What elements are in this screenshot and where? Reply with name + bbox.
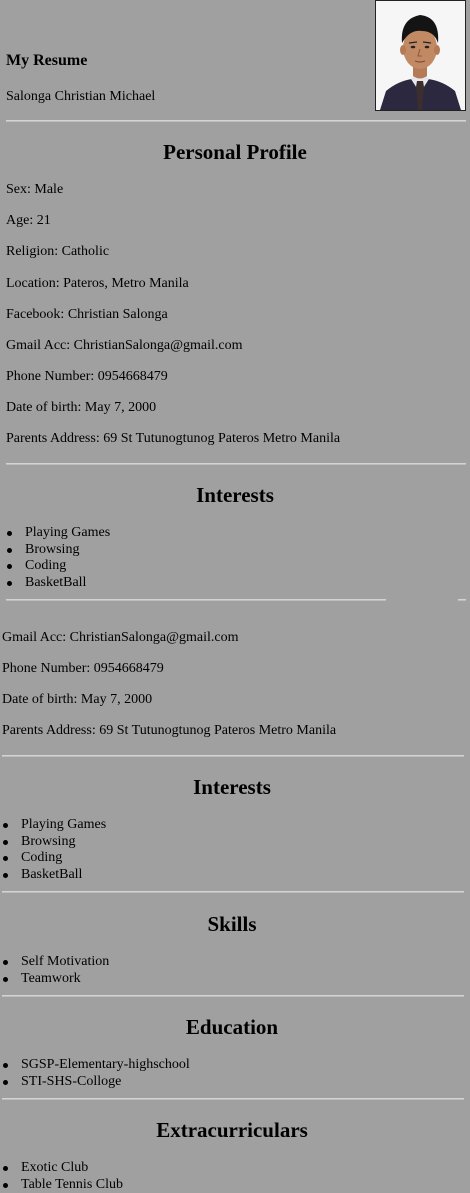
list-item: Coding xyxy=(1,850,106,867)
divider xyxy=(2,755,464,757)
list-item: Self Motivation xyxy=(1,954,109,971)
profile-field-phone: Phone Number: 0954668479 xyxy=(2,661,164,676)
profile-photo xyxy=(375,0,466,111)
list-item: STI-SHS-Colloge xyxy=(1,1074,190,1091)
list-item: Coding xyxy=(5,558,110,575)
profile-field-sex: Sex: Male xyxy=(6,182,64,197)
person-portrait-icon xyxy=(376,1,465,110)
section-heading: Education xyxy=(185,1015,279,1039)
profile-field-birthdate: Date of birth: May 7, 2000 xyxy=(2,692,153,707)
list-item: Table Tennis Club xyxy=(1,1177,123,1193)
resume-title: My Resume xyxy=(6,52,88,69)
profile-field-religion: Religion: Catholic xyxy=(6,244,110,259)
divider xyxy=(6,599,386,601)
list-item: Teamwork xyxy=(1,971,109,988)
divider xyxy=(2,1098,464,1100)
profile-field-location: Location: Pateros, Metro Manila xyxy=(6,276,189,291)
education-list: SGSP-Elementary-highschool STI-SHS-Collo… xyxy=(1,1057,190,1090)
profile-field-email: Gmail Acc: ChristianSalonga@gmail.com xyxy=(2,630,239,645)
profile-field-age: Age: 21 xyxy=(6,213,51,228)
list-item: Exotic Club xyxy=(1,1160,123,1177)
interests-list: Playing Games Browsing Coding BasketBall xyxy=(1,817,106,883)
list-item: SGSP-Elementary-highschool xyxy=(1,1057,190,1074)
divider xyxy=(6,463,466,465)
resume-name: Salonga Christian Michael xyxy=(6,89,156,104)
divider xyxy=(6,120,466,122)
section-heading: Personal Profile xyxy=(163,140,307,164)
divider xyxy=(458,599,466,601)
section-heading: Extracurriculars xyxy=(156,1118,308,1142)
interests-list: Playing Games Browsing Coding BasketBall xyxy=(5,525,110,591)
skills-list: Self Motivation Teamwork xyxy=(1,954,109,987)
section-heading: Interests xyxy=(193,775,271,799)
divider xyxy=(2,891,464,893)
section-heading: Skills xyxy=(207,912,257,936)
list-item: BasketBall xyxy=(1,867,106,884)
list-item: Browsing xyxy=(1,834,106,851)
profile-field-email: Gmail Acc: ChristianSalonga@gmail.com xyxy=(6,338,243,353)
divider xyxy=(2,995,464,997)
list-item: Browsing xyxy=(5,542,110,559)
extracurriculars-list: Exotic Club Table Tennis Club xyxy=(1,1160,123,1193)
list-item: Playing Games xyxy=(1,817,106,834)
list-item: BasketBall xyxy=(5,575,110,592)
profile-field-facebook: Facebook: Christian Salonga xyxy=(6,307,168,322)
profile-field-address: Parents Address: 69 St Tutunogtunog Pate… xyxy=(2,723,337,738)
section-heading: Interests xyxy=(196,483,274,507)
list-item: Playing Games xyxy=(5,525,110,542)
profile-field-address: Parents Address: 69 St Tutunogtunog Pate… xyxy=(6,431,341,446)
profile-field-birthdate: Date of birth: May 7, 2000 xyxy=(6,400,157,415)
profile-field-phone: Phone Number: 0954668479 xyxy=(6,369,168,384)
